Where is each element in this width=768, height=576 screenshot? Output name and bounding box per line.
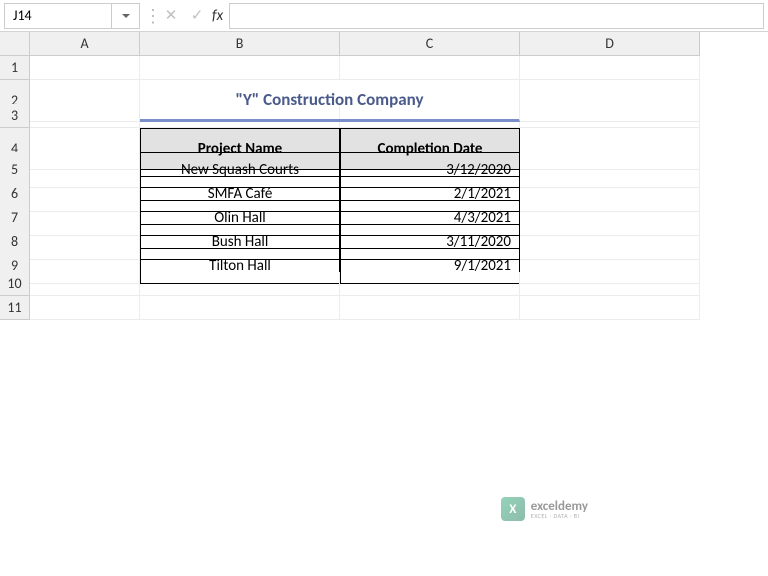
- row-header-3[interactable]: 3: [0, 104, 30, 128]
- cell-c10[interactable]: [340, 272, 520, 296]
- spreadsheet-grid: A B C D 1 2 "Y" Construction Company 3 4…: [0, 32, 768, 320]
- cell-d1[interactable]: [520, 56, 700, 80]
- cell-c1[interactable]: [340, 56, 520, 80]
- fx-label: fx: [212, 7, 223, 25]
- watermark-text: exceldemy EXCEL · DATA · BI: [531, 500, 588, 519]
- cancel-formula-button[interactable]: ✕: [158, 3, 184, 29]
- cell-d10[interactable]: [520, 272, 700, 296]
- col-header-c[interactable]: C: [340, 32, 520, 56]
- cell-d11[interactable]: [520, 296, 700, 320]
- col-header-a[interactable]: A: [30, 32, 140, 56]
- row-header-1[interactable]: 1: [0, 56, 30, 80]
- cell-d3[interactable]: [520, 104, 700, 128]
- watermark-icon: X: [501, 497, 525, 521]
- col-header-b[interactable]: B: [140, 32, 340, 56]
- cell-b10[interactable]: [140, 272, 340, 296]
- namebox-row: J14 ⋮ ✕ ✓ fx: [0, 0, 768, 32]
- name-box[interactable]: J14: [4, 3, 112, 29]
- watermark-sub: EXCEL · DATA · BI: [531, 513, 588, 519]
- watermark-main: exceldemy: [531, 500, 588, 513]
- cell-b1[interactable]: [140, 56, 340, 80]
- cell-a3[interactable]: [30, 104, 140, 128]
- select-all-corner[interactable]: [0, 32, 30, 56]
- check-icon: ✓: [191, 6, 204, 25]
- formula-bar[interactable]: [229, 3, 764, 29]
- row-header-10[interactable]: 10: [0, 272, 30, 296]
- cell-a11[interactable]: [30, 296, 140, 320]
- cell-c11[interactable]: [340, 296, 520, 320]
- company-title: "Y" Construction Company: [235, 89, 423, 110]
- cell-a10[interactable]: [30, 272, 140, 296]
- separator: ⋮: [144, 5, 154, 27]
- row-header-11[interactable]: 11: [0, 296, 30, 320]
- title-cell[interactable]: "Y" Construction Company: [140, 80, 520, 122]
- name-box-value: J14: [13, 7, 32, 24]
- cell-a1[interactable]: [30, 56, 140, 80]
- cell-b11[interactable]: [140, 296, 340, 320]
- insert-function-button[interactable]: fx: [212, 7, 223, 25]
- watermark: X exceldemy EXCEL · DATA · BI: [501, 497, 588, 521]
- cancel-icon: ✕: [165, 6, 178, 25]
- chevron-down-icon: [121, 11, 131, 21]
- col-header-d[interactable]: D: [520, 32, 700, 56]
- enter-formula-button[interactable]: ✓: [184, 3, 210, 29]
- name-box-dropdown[interactable]: [112, 3, 140, 29]
